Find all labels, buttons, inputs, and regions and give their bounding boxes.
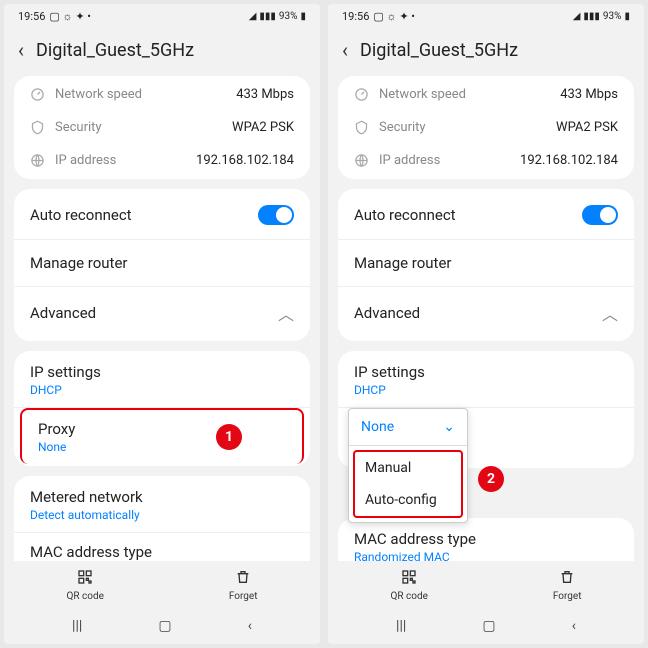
network-info-card: Network speed 433 Mbps Security WPA2 PSK… — [14, 76, 310, 179]
ip-value: 192.168.102.184 — [196, 153, 294, 168]
nav-back[interactable]: ‹ — [572, 618, 576, 634]
chevron-up-icon: ︿ — [602, 301, 618, 325]
bottom-actions: QR code Forget — [328, 561, 644, 608]
status-bar: 19:56 ▢ ☼ ✦ • ◢ ▮▮▮ 93% ▮ — [328, 4, 644, 28]
manage-router-row[interactable]: Manage router — [14, 240, 310, 287]
status-time: 19:56 — [18, 10, 45, 23]
status-bar: 19:56 ▢ ☼ ✦ • ◢ ▮▮▮ 93% ▮ — [4, 4, 320, 28]
wifi-icon: ◢ — [573, 11, 581, 22]
trash-icon — [235, 569, 251, 588]
proxy-row[interactable]: Proxy None 1 — [20, 408, 304, 464]
ip-settings-row[interactable]: IP settings DHCP — [338, 353, 634, 408]
badge-1: 1 — [216, 424, 242, 450]
security-value: WPA2 PSK — [232, 120, 294, 135]
speed-icon — [30, 87, 45, 102]
forget-button[interactable]: Forget — [553, 569, 582, 602]
metered-row[interactable]: Metered network Detect automatically — [14, 478, 310, 533]
forget-button[interactable]: Forget — [229, 569, 258, 602]
phone-left: 19:56 ▢ ☼ ✦ • ◢ ▮▮▮ 93% ▮ ‹ Digital_Gues… — [4, 4, 320, 644]
qr-code-button[interactable]: QR code — [390, 569, 427, 602]
nav-recent[interactable]: ||| — [396, 618, 406, 634]
advanced-row[interactable]: Advanced ︿ — [14, 287, 310, 339]
network-config-card: Metered network Detect automatically MAC… — [14, 476, 310, 561]
speed-icon — [354, 87, 369, 102]
header: ‹ Digital_Guest_5GHz — [328, 28, 644, 76]
globe-icon — [30, 153, 45, 168]
ip-proxy-card: IP settings DHCP None ⌄ Manual Auto-conf… — [338, 351, 634, 468]
auto-reconnect-toggle[interactable] — [258, 205, 294, 225]
nav-recent[interactable]: ||| — [72, 618, 82, 634]
qr-icon — [401, 569, 417, 588]
mac-row[interactable]: MAC address type Randomized MAC — [338, 520, 634, 561]
option-manual[interactable]: Manual — [355, 452, 461, 484]
battery-icon: ▮ — [300, 11, 306, 22]
dropdown-selected[interactable]: None ⌄ — [349, 409, 467, 446]
page-title: Digital_Guest_5GHz — [36, 40, 194, 61]
advanced-row[interactable]: Advanced ︿ — [338, 287, 634, 339]
nav-bar: ||| ▢ ‹ — [4, 608, 320, 644]
network-speed-row: Network speed 433 Mbps — [14, 78, 310, 111]
nav-home[interactable]: ▢ — [158, 618, 171, 634]
ip-row: IP address 192.168.102.184 — [338, 144, 634, 177]
battery-percent: 93% — [279, 11, 298, 22]
option-auto-config[interactable]: Auto-config — [355, 484, 461, 516]
network-info-card: Network speed 433 Mbps Security WPA2 PSK… — [338, 76, 634, 179]
status-indicators: ▢ ☼ ✦ • — [49, 10, 91, 23]
signal-icon: ▮▮▮ — [583, 11, 600, 22]
shield-icon — [30, 120, 45, 135]
mac-row[interactable]: MAC address type Randomized MAC — [14, 533, 310, 561]
nav-bar: ||| ▢ ‹ — [328, 608, 644, 644]
qr-code-button[interactable]: QR code — [66, 569, 103, 602]
nav-home[interactable]: ▢ — [482, 618, 495, 634]
battery-percent: 93% — [603, 11, 622, 22]
ip-row: IP address 192.168.102.184 — [14, 144, 310, 177]
shield-icon — [354, 120, 369, 135]
auto-reconnect-row[interactable]: Auto reconnect — [338, 191, 634, 240]
network-speed-value: 433 Mbps — [236, 87, 294, 102]
proxy-row[interactable]: None ⌄ Manual Auto-config 2 — [338, 408, 634, 466]
ip-proxy-card: IP settings DHCP Proxy None 1 — [14, 351, 310, 466]
security-row: Security WPA2 PSK — [14, 111, 310, 144]
auto-reconnect-toggle[interactable] — [582, 205, 618, 225]
ip-settings-row[interactable]: IP settings DHCP — [14, 353, 310, 408]
auto-reconnect-row[interactable]: Auto reconnect — [14, 191, 310, 240]
settings-card: Auto reconnect Manage router Advanced ︿ — [14, 189, 310, 341]
dropdown-options: Manual Auto-config — [353, 450, 463, 518]
page-title: Digital_Guest_5GHz — [360, 40, 518, 61]
network-config-card: MAC address type Randomized MAC — [338, 518, 634, 561]
status-time: 19:56 — [342, 10, 369, 23]
nav-back[interactable]: ‹ — [248, 618, 252, 634]
network-speed-row: Network speed 433 Mbps — [338, 78, 634, 111]
chevron-down-icon: ⌄ — [443, 419, 455, 435]
header: ‹ Digital_Guest_5GHz — [4, 28, 320, 76]
proxy-dropdown[interactable]: None ⌄ Manual Auto-config — [348, 408, 468, 523]
trash-icon — [559, 569, 575, 588]
battery-icon: ▮ — [624, 11, 630, 22]
settings-card: Auto reconnect Manage router Advanced ︿ — [338, 189, 634, 341]
phone-right: 19:56 ▢ ☼ ✦ • ◢ ▮▮▮ 93% ▮ ‹ Digital_Gues… — [328, 4, 644, 644]
bottom-actions: QR code Forget — [4, 561, 320, 608]
manage-router-row[interactable]: Manage router — [338, 240, 634, 287]
globe-icon — [354, 153, 369, 168]
back-button[interactable]: ‹ — [18, 38, 24, 62]
badge-2: 2 — [478, 466, 504, 492]
wifi-icon: ◢ — [249, 11, 257, 22]
security-row: Security WPA2 PSK — [338, 111, 634, 144]
chevron-up-icon: ︿ — [278, 301, 294, 325]
qr-icon — [77, 569, 93, 588]
status-indicators: ▢ ☼ ✦ • — [373, 10, 415, 23]
signal-icon: ▮▮▮ — [259, 11, 276, 22]
back-button[interactable]: ‹ — [342, 38, 348, 62]
